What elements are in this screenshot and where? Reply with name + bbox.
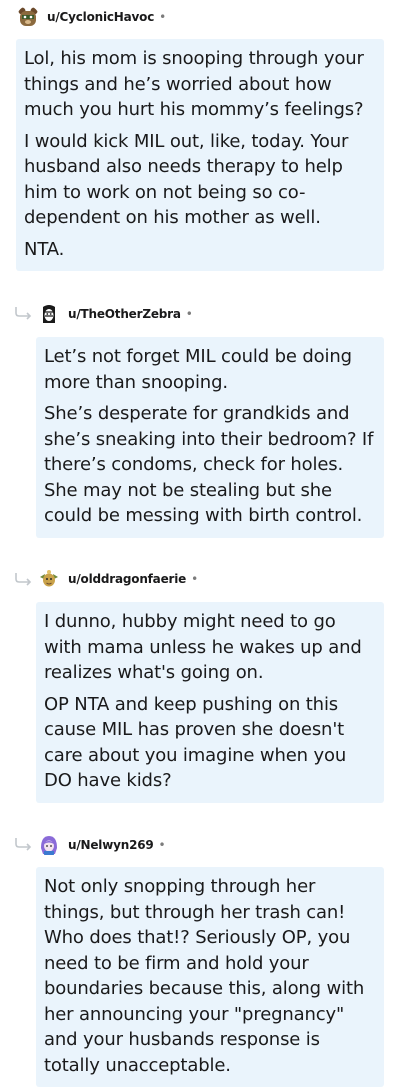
comment-header: u/Nelwyn269 • xyxy=(38,834,166,856)
purple-hair-avatar-icon[interactable] xyxy=(38,834,60,856)
comment-header: u/CyclonicHavoc • xyxy=(17,6,166,28)
comment-paragraph: NTA. xyxy=(24,238,65,260)
separator-dot: • xyxy=(185,307,193,321)
comment-paragraph: I would kick MIL out, like, today. Your … xyxy=(24,130,349,229)
comment-paragraph: She’s desperate for grandkids and she’s … xyxy=(44,403,374,526)
comment-body: Not only snopping through her things, bu… xyxy=(36,867,384,1087)
comment-paragraph: Let’s not forget MIL could be doing more… xyxy=(44,346,352,393)
reply-arrow-icon xyxy=(15,307,32,320)
separator-dot: • xyxy=(159,10,167,24)
comment-paragraph: OP NTA and keep pushing on this cause MI… xyxy=(44,693,347,792)
comment-username[interactable]: u/Nelwyn269 xyxy=(68,838,154,852)
comment-header: u/olddragonfaerie • xyxy=(38,568,198,590)
comment-body: Let’s not forget MIL could be doing more… xyxy=(36,337,384,538)
comment-paragraph: Lol, his mom is snooping through your th… xyxy=(24,48,364,120)
dragon-avatar-icon[interactable] xyxy=(38,568,60,590)
reply-arrow-icon xyxy=(15,573,32,586)
comment-username[interactable]: u/CyclonicHavoc xyxy=(47,10,154,24)
bear-avatar-icon[interactable] xyxy=(17,6,39,28)
comment-body: Lol, his mom is snooping through your th… xyxy=(16,39,384,271)
comment-paragraph: I dunno, hubby might need to go with mam… xyxy=(44,611,362,683)
comment-body: I dunno, hubby might need to go with mam… xyxy=(36,602,384,803)
comment-paragraph: Not only snopping through her things, bu… xyxy=(44,876,365,1076)
separator-dot: • xyxy=(191,572,199,586)
comment-header: u/TheOtherZebra • xyxy=(38,303,193,325)
zebra-avatar-icon[interactable] xyxy=(38,303,60,325)
reply-arrow-icon xyxy=(15,838,32,851)
comment-username[interactable]: u/TheOtherZebra xyxy=(68,307,181,321)
comment-username[interactable]: u/olddragonfaerie xyxy=(68,572,186,586)
separator-dot: • xyxy=(158,838,166,852)
